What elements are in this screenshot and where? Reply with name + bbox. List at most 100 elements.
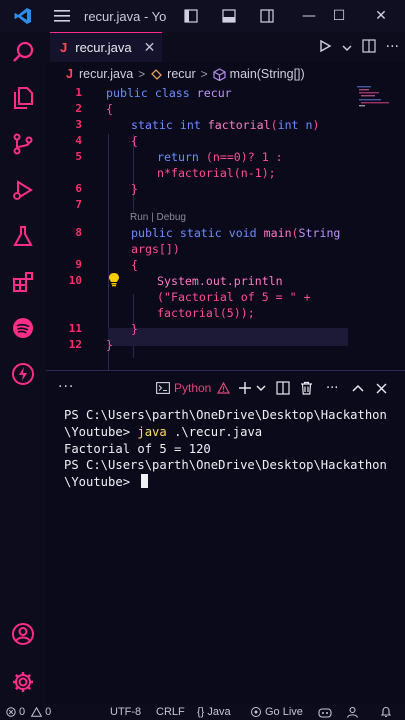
- source-control-icon[interactable]: [0, 124, 46, 164]
- method-icon: [213, 67, 226, 81]
- tab-label: recur.java: [75, 40, 132, 55]
- status-bar: 0 0 UTF-8 CRLF {} Java Go Live: [0, 704, 405, 720]
- line-number: 10: [68, 274, 82, 287]
- editor-area: J recur.java ✕ ··· J recur.java > recur …: [46, 32, 405, 374]
- warning-icon: [217, 382, 231, 394]
- line-number: 12: [68, 338, 82, 351]
- code-line: public class recur: [106, 86, 232, 100]
- line-number: 8: [75, 226, 82, 239]
- terminal-cursor: [141, 474, 149, 489]
- broadcast-icon: [250, 706, 262, 718]
- testing-flask-icon[interactable]: [0, 216, 46, 256]
- maximize-panel-icon[interactable]: [352, 371, 364, 405]
- terminal-line: Factorial of 5 = 120: [64, 441, 211, 456]
- class-icon: [150, 68, 163, 81]
- more-actions-icon[interactable]: ···: [326, 371, 338, 405]
- code-line: public static void main(String: [131, 226, 341, 240]
- go-live-button[interactable]: Go Live: [250, 704, 303, 720]
- line-number: 4: [75, 134, 82, 147]
- editor-actions: ···: [318, 32, 399, 62]
- language-indicator[interactable]: {} Java: [197, 704, 231, 720]
- line-number: 11: [68, 322, 82, 335]
- error-count: 0: [19, 706, 26, 718]
- extensions-icon[interactable]: [0, 262, 46, 302]
- close-panel-icon[interactable]: [376, 371, 387, 405]
- problems-indicator[interactable]: 0 0: [6, 704, 51, 720]
- tab-bar: J recur.java ✕ ···: [46, 32, 405, 62]
- line-number: 5: [75, 150, 82, 163]
- code-line: ("Factorial of 5 = " +: [157, 290, 311, 304]
- current-line-highlight: [108, 328, 348, 346]
- terminal-name: Python: [174, 381, 212, 395]
- warning-count: 0: [45, 706, 52, 718]
- copilot-icon[interactable]: [318, 704, 332, 720]
- notifications-bell-icon[interactable]: [380, 704, 392, 720]
- vscode-logo-icon: [0, 0, 46, 32]
- codelens-run-debug[interactable]: Run | Debug: [130, 212, 186, 223]
- line-number: 7: [75, 198, 82, 211]
- terminal-panel: ··· Python ··· PS C:\Users\parth\OneDriv…: [46, 370, 405, 704]
- code-line: }: [131, 322, 138, 336]
- terminal-line: PS C:\Users\parth\OneDrive\Desktop\Hacka…: [64, 458, 387, 473]
- terminal-line: \Youtube>: [64, 474, 404, 491]
- lightbulb-icon[interactable]: [108, 272, 120, 290]
- line-number: 2: [75, 102, 82, 115]
- maximize-button[interactable]: ☐: [320, 0, 358, 32]
- code-line: static int factorial(int n): [131, 118, 320, 132]
- run-icon[interactable]: [318, 38, 332, 57]
- layout-toggle-icon[interactable]: [172, 0, 210, 32]
- activity-bar: [0, 32, 46, 704]
- tab-recur-java[interactable]: J recur.java ✕: [50, 32, 162, 62]
- close-tab-icon[interactable]: ✕: [144, 40, 156, 56]
- trash-icon[interactable]: [300, 371, 313, 405]
- split-editor-icon[interactable]: [362, 38, 376, 57]
- terminal-line: \Youtube> java .\recur.java: [64, 424, 263, 439]
- explorer-icon[interactable]: [0, 78, 46, 118]
- settings-gear-icon[interactable]: [0, 662, 46, 702]
- spotify-icon[interactable]: [0, 308, 46, 348]
- split-terminal-icon[interactable]: [276, 371, 290, 405]
- account-status-icon[interactable]: [346, 704, 359, 720]
- error-icon: [6, 707, 16, 717]
- title-bar: recur.java - Yo — ☐ ✕: [0, 0, 405, 32]
- encoding-indicator[interactable]: UTF-8: [110, 704, 141, 720]
- run-debug-icon[interactable]: [0, 170, 46, 210]
- search-icon[interactable]: [0, 32, 46, 72]
- hamburger-menu-icon[interactable]: [46, 0, 78, 32]
- java-file-icon: J: [66, 67, 73, 81]
- chevron-right-icon: >: [138, 67, 146, 81]
- terminal-selector[interactable]: Python: [156, 371, 231, 405]
- code-line: factorial(5));: [157, 306, 255, 320]
- code-line: }: [106, 338, 113, 352]
- warning-icon: [31, 707, 43, 717]
- close-window-button[interactable]: ✕: [362, 0, 400, 32]
- go-live-label: Go Live: [265, 706, 303, 718]
- code-line: {: [131, 258, 138, 272]
- breadcrumb-class[interactable]: recur: [167, 67, 195, 81]
- account-icon[interactable]: [0, 614, 46, 654]
- chevron-right-icon: >: [200, 67, 208, 81]
- breadcrumb: J recur.java > recur > main(String[]): [46, 62, 405, 86]
- breadcrumb-method[interactable]: main(String[]): [230, 67, 305, 81]
- eol-indicator[interactable]: CRLF: [156, 704, 185, 720]
- code-line: args[]): [131, 242, 180, 256]
- chevron-down-icon[interactable]: [256, 371, 266, 405]
- code-line: {: [106, 102, 113, 116]
- code-line: {: [131, 134, 138, 148]
- terminal-line: PS C:\Users\parth\OneDrive\Desktop\Hacka…: [64, 408, 387, 422]
- breadcrumb-file[interactable]: recur.java: [79, 67, 133, 81]
- thunder-client-icon[interactable]: [0, 354, 46, 394]
- panel-toggle-icon[interactable]: [210, 0, 248, 32]
- code-line: return (n==0)? 1 :: [157, 150, 283, 164]
- panel-header: ··· Python ···: [46, 371, 405, 405]
- more-actions-icon[interactable]: ···: [386, 39, 399, 55]
- chevron-down-icon[interactable]: [342, 38, 352, 57]
- line-number: 1: [75, 86, 82, 99]
- minimap[interactable]: [357, 86, 391, 110]
- code-line: n*factorial(n-1);: [157, 166, 276, 180]
- panel-more-icon[interactable]: ···: [58, 379, 74, 395]
- sidebar-toggle-icon[interactable]: [248, 0, 286, 32]
- new-terminal-button[interactable]: [238, 371, 252, 405]
- java-file-icon: J: [60, 40, 68, 55]
- terminal-output[interactable]: PS C:\Users\parth\OneDrive\Desktop\Hacka…: [64, 407, 404, 491]
